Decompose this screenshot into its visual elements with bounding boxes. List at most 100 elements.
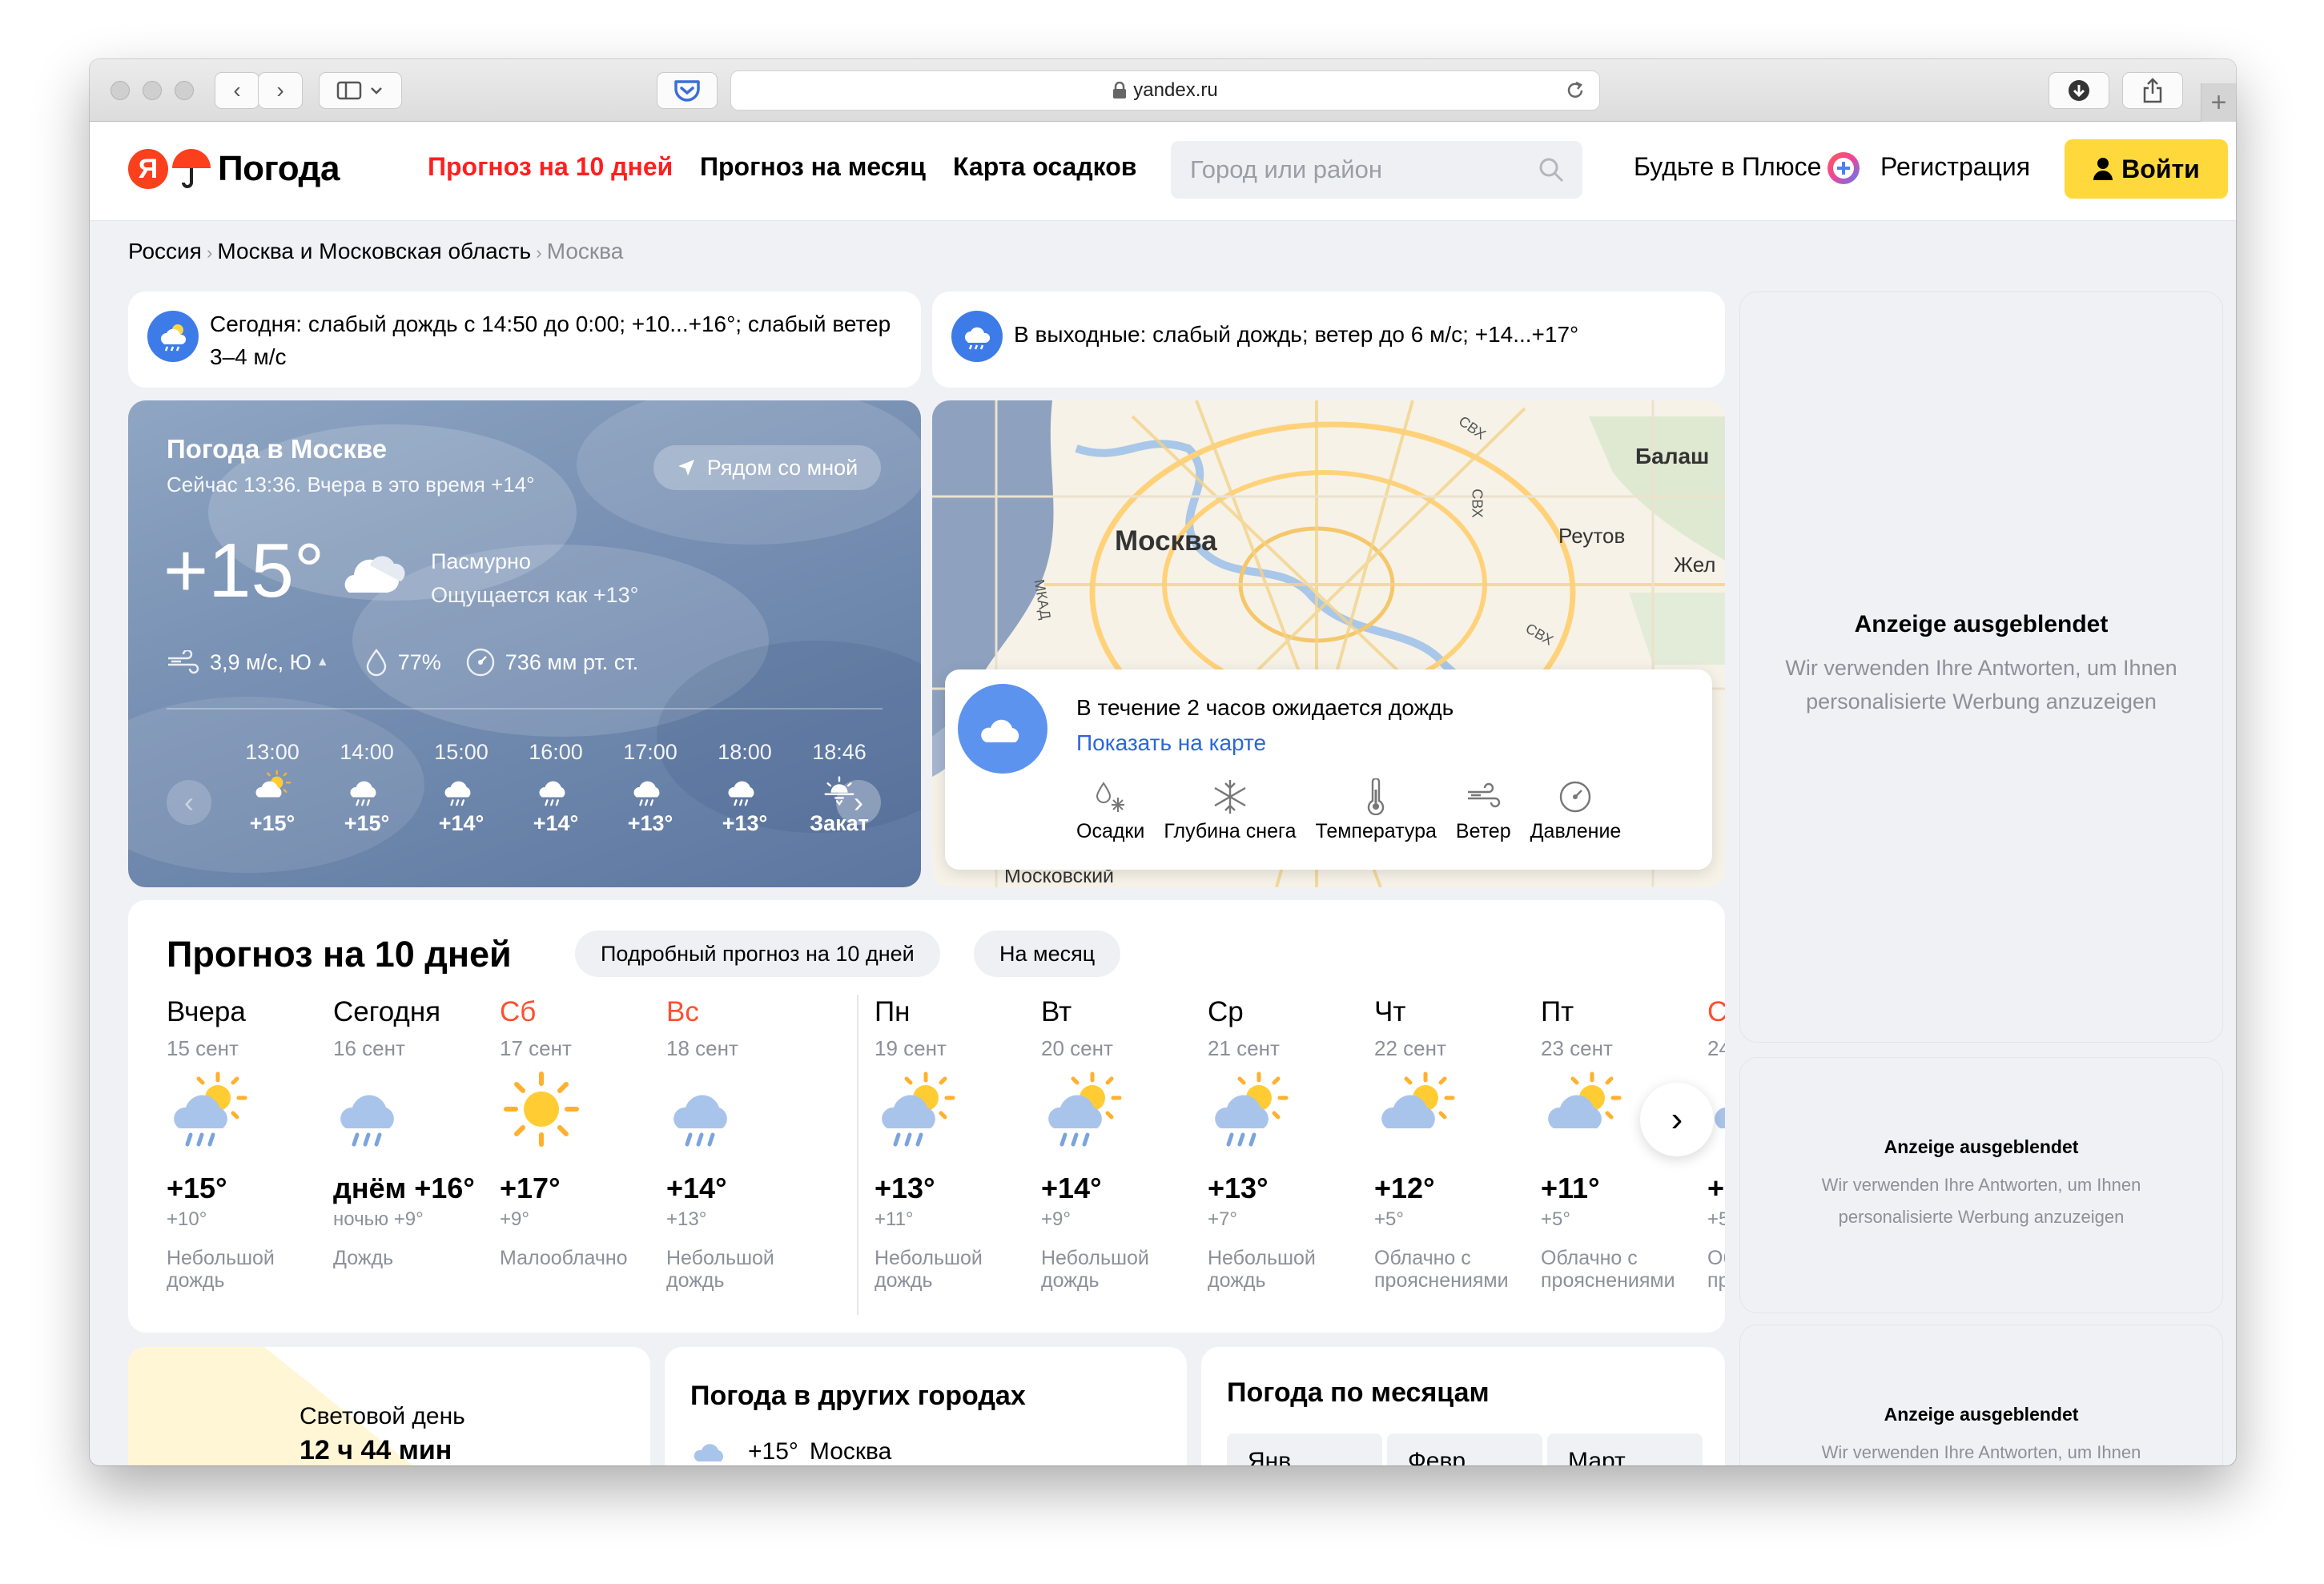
sidebar-button[interactable]: [319, 72, 402, 109]
weekend-alert-card[interactable]: В выходные: слабый дождь; ветер до 6 м/с…: [932, 291, 1725, 388]
day-column[interactable]: Вс 18 сент +14° +13° Небольшой дождь: [666, 996, 826, 1292]
site-header: Я Погода Прогноз на 10 дней Прогноз на м…: [90, 122, 2236, 221]
nav-month[interactable]: Прогноз на месяц: [700, 152, 926, 182]
current-weather-card: Погода в Москве Сейчас 13:36. Вчера в эт…: [128, 400, 921, 887]
month-feb[interactable]: Февр: [1387, 1433, 1542, 1465]
search-icon[interactable]: [1538, 156, 1565, 183]
search-input[interactable]: Город или район: [1171, 141, 1582, 199]
forecast-next-button[interactable]: ›: [1640, 1083, 1714, 1156]
day-description: Малооблачно: [500, 1247, 628, 1269]
downloads-button[interactable]: [2049, 72, 2109, 109]
register-link[interactable]: Регистрация: [1880, 152, 2030, 182]
day-temp: +12°: [1707, 1172, 1725, 1204]
rain-icon: [519, 768, 593, 808]
minimize-window-button[interactable]: [143, 81, 162, 100]
night-temp: +5°: [1707, 1208, 1725, 1230]
logo[interactable]: Я Погода: [128, 147, 340, 191]
hourly-forecast: 13:00 +15° 14:00 +15° 15:00 +14° 16:00 +14° 17:0…: [128, 740, 921, 868]
day-date: 24 сент: [1707, 1036, 1725, 1060]
rain-forecast-text: В течение 2 часов ожидается дождь: [1076, 695, 1454, 720]
rain-icon: [708, 768, 782, 808]
hour-column[interactable]: 14:00 +15°: [330, 740, 404, 836]
user-icon: [2093, 158, 2113, 180]
day-name: Ср: [1208, 996, 1244, 1027]
hour-column[interactable]: 17:00 +13°: [613, 740, 687, 836]
ad-title: Anzeige ausgeblendet: [1884, 1136, 2079, 1157]
nav-10-days[interactable]: Прогноз на 10 дней: [428, 152, 673, 182]
pocket-button[interactable]: [657, 72, 718, 109]
chevron-right-icon: ›: [854, 786, 863, 818]
map-layer-switcher: Осадки Глубина снега Температура Ветер Д…: [1076, 778, 1621, 843]
day-column[interactable]: Сб 17 сент +17° +9° Малооблачно: [500, 996, 660, 1269]
wind-icon: [1468, 782, 1501, 808]
nav-precip-map[interactable]: Карта осадков: [953, 152, 1136, 182]
city-row[interactable]: +15° Москва: [694, 1438, 891, 1465]
hour-temp: +13°: [722, 811, 768, 835]
plus-icon: +: [2210, 86, 2227, 118]
rain-icon: [330, 768, 404, 808]
rain-cloud-icon: [958, 684, 1047, 774]
month-mar[interactable]: Март: [1547, 1433, 1703, 1465]
map-label-svh-2: СВХ: [1469, 488, 1486, 518]
day-date: 15 сент: [167, 1036, 239, 1060]
hour-time: 14:00: [340, 740, 394, 764]
rain-icon: [613, 768, 687, 808]
rain-info-panel[interactable]: В течение 2 часов ожидается дождь Показа…: [945, 669, 1712, 870]
hourly-next-button[interactable]: ›: [836, 780, 881, 825]
month-jan[interactable]: Янв: [1227, 1433, 1382, 1465]
day-column[interactable]: Чт 22 сент +12° +5° Облачно с прояснениями: [1374, 996, 1534, 1292]
hour-column[interactable]: 13:00 +15°: [235, 740, 309, 836]
nearby-button[interactable]: Рядом со мной: [653, 445, 881, 490]
hour-column[interactable]: 16:00 +14°: [519, 740, 593, 836]
layer-snow-depth[interactable]: Глубина снега: [1164, 778, 1296, 843]
hour-time: 13:00: [245, 740, 300, 764]
cloud-icon: [344, 556, 405, 593]
close-window-button[interactable]: [111, 81, 130, 100]
logo-text: Погода: [218, 149, 340, 188]
precipitation-map[interactable]: Москва Реутов Балаш Жел МКАД СВХ СВХ СВХ…: [932, 400, 1725, 887]
day-column[interactable]: Вт 20 сент +14° +9° Небольшой дождь: [1041, 996, 1201, 1292]
map-label-balash: Балаш: [1635, 444, 1710, 468]
layer-wind[interactable]: Ветер: [1456, 778, 1511, 843]
day-column[interactable]: Вчера 15 сент +15° +10° Небольшой дождь: [167, 996, 327, 1292]
reload-icon[interactable]: [1564, 79, 1586, 102]
day-column[interactable]: Сегодня 16 сент днём +16° ночью +9° Дождь: [333, 996, 493, 1269]
day-description: Небольшой дождь: [666, 1247, 774, 1292]
wind-icon: [168, 650, 199, 674]
forward-button[interactable]: ›: [258, 72, 303, 109]
other-cities-card: Погода в других городах +15° Москва: [665, 1347, 1187, 1465]
yandex-logo-icon: Я: [128, 149, 168, 189]
address-bar[interactable]: yandex.ru: [730, 70, 1600, 111]
zoom-window-button[interactable]: [175, 81, 194, 100]
show-on-map-link[interactable]: Показать на карте: [1076, 730, 1266, 756]
pressure-icon: [466, 648, 494, 677]
current-condition: Пасмурно: [431, 549, 531, 573]
precipitation-icon: [1096, 782, 1124, 812]
back-button[interactable]: ‹: [215, 72, 259, 109]
hour-column[interactable]: 18:00 +13°: [708, 740, 782, 836]
monthly-title: Погода по месяцам: [1227, 1377, 1490, 1408]
day-description: Облачно с прояснениями: [1541, 1247, 1675, 1292]
layer-pressure[interactable]: Давление: [1530, 778, 1621, 843]
wind-value: 3,9 м/с, Ю: [210, 649, 312, 674]
day-column[interactable]: Пн 19 сент +13° +11° Небольшой дождь: [875, 996, 1035, 1292]
detailed-forecast-button[interactable]: Подробный прогноз на 10 дней: [575, 931, 940, 977]
layer-precipitation[interactable]: Осадки: [1076, 778, 1144, 843]
plus-promo-link[interactable]: Будьте в Плюсе: [1634, 152, 1821, 182]
breadcrumb-russia[interactable]: Россия: [128, 239, 202, 263]
rain-icon: [668, 1061, 826, 1157]
layer-temperature[interactable]: Температура: [1315, 778, 1437, 843]
city-temp: +15°: [748, 1438, 798, 1465]
new-tab-button[interactable]: +: [2201, 83, 2236, 122]
today-alert-card[interactable]: Сегодня: слабый дождь с 14:50 до 0:00; +…: [128, 291, 921, 388]
breadcrumb-region[interactable]: Москва и Московская область: [217, 239, 531, 263]
day-date: 16 сент: [333, 1036, 405, 1060]
share-button[interactable]: [2122, 72, 2183, 109]
month-forecast-button[interactable]: На месяц: [974, 931, 1121, 977]
plus-icon[interactable]: [1826, 151, 1861, 186]
login-button[interactable]: Войти: [2065, 139, 2228, 199]
hour-column[interactable]: 15:00 +14°: [424, 740, 498, 836]
day-column[interactable]: Ср 21 сент +13° +7° Небольшой дождь: [1208, 996, 1368, 1292]
day-column[interactable]: Сб 24 сент +12° +5° Облачно с прояснениями: [1707, 996, 1725, 1292]
map-label-reutov: Реутов: [1558, 524, 1626, 548]
